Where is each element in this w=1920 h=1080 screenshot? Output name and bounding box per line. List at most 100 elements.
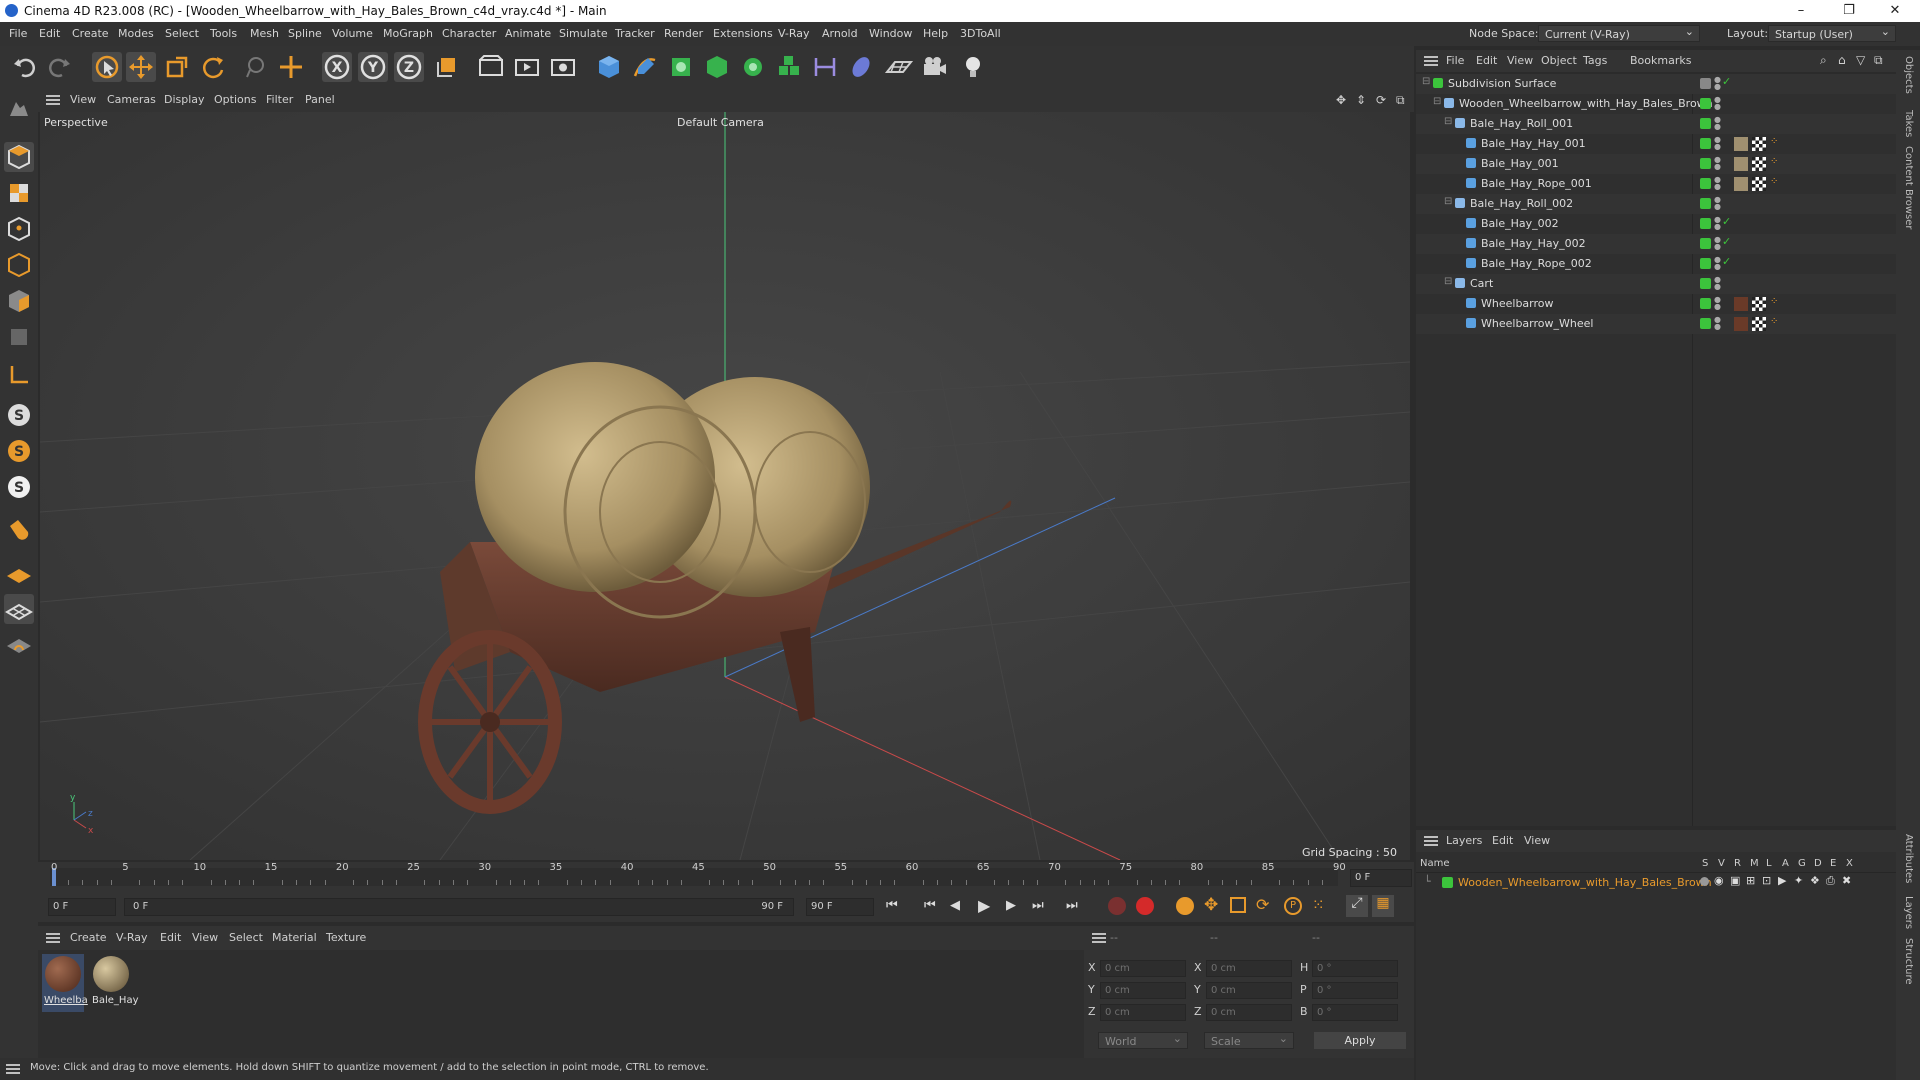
tab-attributes[interactable]: Attributes [1903, 834, 1914, 883]
camera-label[interactable]: Default Camera [677, 116, 764, 129]
floor-icon[interactable] [884, 52, 914, 82]
viewport-menu-view[interactable]: View [70, 93, 96, 106]
visibility-dots-icon[interactable]: ● ● [1714, 296, 1721, 311]
key-move-icon[interactable]: ✥ [1204, 895, 1218, 915]
object-name[interactable]: Bale_Hay_Rope_002 [1481, 257, 1592, 270]
material-menu-create[interactable]: Create [70, 931, 107, 944]
visibility-dots-icon[interactable]: ● ● [1714, 276, 1721, 291]
om-menu-view[interactable]: View [1507, 54, 1533, 67]
material-wheelbarrow[interactable]: Wheelba [42, 954, 88, 1012]
tree-toggle-icon[interactable]: ⊟ [1422, 76, 1430, 87]
object-name[interactable]: Wheelbarrow_Wheel [1481, 317, 1593, 330]
tree-toggle-icon[interactable]: ⊟ [1444, 276, 1452, 287]
viewport-menu-options[interactable]: Options [214, 93, 256, 106]
vray-tag-icon[interactable]: ⁘ [1770, 176, 1778, 187]
viewport-maximize-icon[interactable]: ⧉ [1396, 93, 1405, 108]
menu-mesh[interactable]: Mesh [250, 27, 279, 40]
field-icon[interactable] [846, 52, 876, 82]
viewport-pan-icon[interactable]: ✥ [1336, 93, 1346, 107]
enabled-check-icon[interactable]: ✓ [1722, 255, 1731, 268]
layer-color-dot[interactable] [1700, 158, 1711, 169]
visibility-dots-icon[interactable]: ● ● [1714, 256, 1721, 271]
rotate-tool-icon[interactable] [198, 52, 228, 82]
record-icon[interactable] [1108, 897, 1126, 915]
go-to-start-icon[interactable]: ⏮ [886, 898, 898, 913]
layer-color-dot[interactable] [1700, 318, 1711, 329]
uv-mode-icon[interactable] [4, 322, 34, 352]
rot-h-field[interactable]: 0 ° [1312, 960, 1398, 977]
menu-character[interactable]: Character [442, 27, 496, 40]
coord-size-select[interactable]: Scale [1204, 1030, 1294, 1049]
layout-select[interactable]: Startup (User) [1768, 23, 1896, 42]
extrude-icon[interactable] [702, 52, 732, 82]
workplane-snap-icon[interactable]: S [4, 472, 34, 502]
material-menu-view[interactable]: View [192, 931, 218, 944]
layer-color-swatch[interactable] [1442, 877, 1453, 888]
viewport-menu-display[interactable]: Display [164, 93, 205, 106]
coordinate-system-icon[interactable] [432, 52, 462, 82]
material-tag-icon[interactable] [1734, 137, 1748, 151]
menu-volume[interactable]: Volume [332, 27, 373, 40]
object-row[interactable]: Bale_Hay_Hay_002 ● ● ✓ [1416, 234, 1896, 254]
timeline-layout-icon[interactable]: ▦ [1372, 895, 1394, 917]
visibility-dots-icon[interactable]: ● ● [1714, 196, 1721, 211]
visibility-dots-icon[interactable]: ● ● [1714, 116, 1721, 131]
menu-3dtoall[interactable]: 3DToAll [960, 27, 1001, 40]
material-menu-material[interactable]: Material [272, 931, 317, 944]
viewport-rotate-icon[interactable]: ⟳ [1376, 93, 1386, 107]
previous-key-icon[interactable]: ⏮ [924, 898, 936, 913]
viewport-menu-cameras[interactable]: Cameras [107, 93, 156, 106]
layer-name[interactable]: Wooden_Wheelbarrow_with_Hay_Bales_Brown [1458, 876, 1712, 889]
layer-column-v[interactable]: V [1718, 858, 1725, 869]
object-row[interactable]: Wheelbarrow ● ● ⁘ [1416, 294, 1896, 314]
material-tag-icon[interactable] [1734, 177, 1748, 191]
enabled-check-icon[interactable]: ✓ [1722, 235, 1731, 248]
visibility-dots-icon[interactable]: ● ● [1714, 136, 1721, 151]
scale-tool-icon[interactable] [162, 52, 192, 82]
snap-settings-icon[interactable]: S [4, 436, 34, 466]
layer-animation-icon[interactable]: ▶ [1778, 874, 1786, 887]
texture-mode-icon[interactable] [4, 178, 34, 208]
om-filter-icon[interactable]: ▽ [1856, 53, 1865, 67]
rot-b-field[interactable]: 0 ° [1312, 1004, 1398, 1021]
object-name[interactable]: Bale_Hay_Hay_002 [1481, 237, 1586, 250]
layer-column-e[interactable]: E [1830, 858, 1836, 869]
object-row[interactable]: ⊟ Wooden_Wheelbarrow_with_Hay_Bales_Brown… [1416, 94, 1896, 114]
menu-spline[interactable]: Spline [288, 27, 322, 40]
model-mode-icon[interactable] [4, 142, 34, 172]
object-manager-menu-icon[interactable] [1424, 56, 1438, 66]
viewport-menu-filter[interactable]: Filter [266, 93, 293, 106]
move-tool-icon[interactable] [126, 52, 156, 82]
edges-mode-icon[interactable] [4, 250, 34, 280]
render-settings-icon[interactable] [548, 52, 578, 82]
pos-x-field[interactable]: 0 cm [1100, 960, 1186, 977]
om-new-window-icon[interactable]: ⧉ [1874, 53, 1883, 68]
key-scale-icon[interactable] [1230, 897, 1246, 913]
maximize-button[interactable]: ❐ [1834, 2, 1864, 20]
material-bale-hay[interactable]: Bale_Hay [90, 954, 138, 1012]
visibility-dots-icon[interactable]: ● ● [1714, 236, 1721, 251]
material-menu-icon[interactable] [46, 933, 60, 943]
layer-menu-layers[interactable]: Layers [1446, 834, 1482, 847]
layer-solo-icon[interactable] [1700, 877, 1709, 886]
node-space-select[interactable]: Current (V-Ray) [1538, 23, 1700, 42]
layer-color-dot[interactable] [1700, 278, 1711, 289]
visibility-dots-icon[interactable]: ● ● [1714, 176, 1721, 191]
visibility-dots-icon[interactable]: ● ● [1714, 76, 1721, 91]
uvw-tag-icon[interactable] [1752, 137, 1766, 151]
layer-color-dot[interactable] [1700, 198, 1711, 209]
key-pla-icon[interactable]: ⁙ [1312, 896, 1325, 914]
layer-expressions-icon[interactable]: ⎙ [1826, 874, 1835, 888]
tree-toggle-icon[interactable]: ⊟ [1444, 196, 1452, 207]
make-editable-icon[interactable] [4, 94, 34, 124]
deformer-icon[interactable] [774, 52, 804, 82]
enabled-check-icon[interactable]: ✓ [1722, 75, 1731, 88]
material-menu-edit[interactable]: Edit [160, 931, 181, 944]
material-tag-icon[interactable] [1734, 317, 1748, 331]
layer-lock-icon[interactable]: ⊡ [1762, 874, 1771, 887]
frame-range-slider[interactable]: 0 F 90 F [124, 898, 794, 916]
polygons-mode-icon[interactable] [4, 286, 34, 316]
uvw-tag-icon[interactable] [1752, 157, 1766, 171]
layer-menu-edit[interactable]: Edit [1492, 834, 1513, 847]
menu-extensions[interactable]: Extensions [713, 27, 773, 40]
